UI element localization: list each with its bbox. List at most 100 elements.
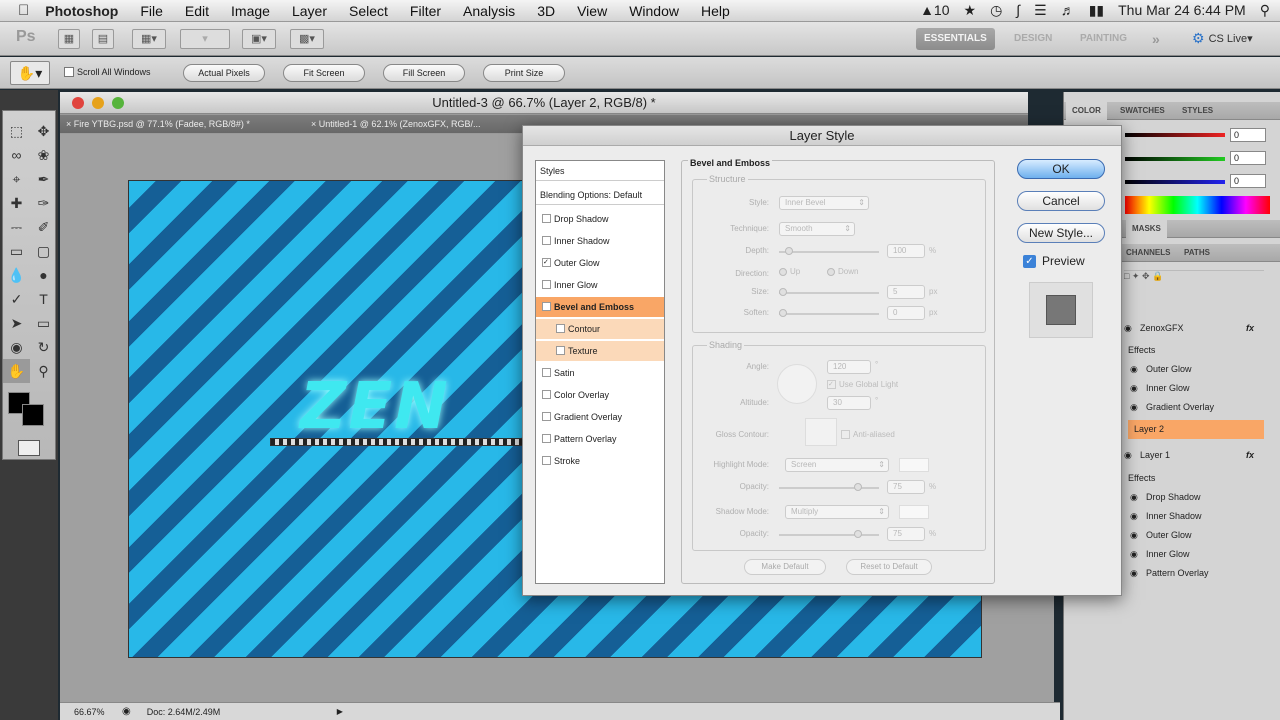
eye-icon[interactable]: ◉ bbox=[1130, 564, 1140, 583]
style-checkbox[interactable] bbox=[542, 412, 551, 421]
style-item[interactable]: ✓ Outer Glow bbox=[536, 253, 664, 273]
eye-icon[interactable]: ◉ bbox=[1130, 507, 1140, 526]
menu-view[interactable]: View bbox=[577, 3, 607, 19]
healing-tool-icon[interactable]: ✚ bbox=[3, 191, 30, 215]
altitude-input[interactable]: 30 bbox=[827, 396, 871, 410]
shadow-color-swatch[interactable] bbox=[899, 505, 929, 519]
soften-slider[interactable] bbox=[779, 313, 879, 315]
stamp-tool-icon[interactable]: ⎓ bbox=[3, 215, 30, 239]
type-tool-icon[interactable]: T bbox=[30, 287, 57, 311]
ok-button[interactable]: OK bbox=[1017, 159, 1105, 179]
style-checkbox[interactable] bbox=[542, 390, 551, 399]
highlight-opacity-slider[interactable] bbox=[779, 487, 879, 489]
soften-input[interactable]: 0 bbox=[887, 306, 925, 320]
menu-help[interactable]: Help bbox=[701, 3, 730, 19]
apple-icon[interactable]:  bbox=[18, 2, 29, 19]
style-checkbox[interactable] bbox=[542, 236, 551, 245]
new-style-button[interactable]: New Style... bbox=[1017, 223, 1105, 243]
menu-3d[interactable]: 3D bbox=[537, 3, 555, 19]
more-workspaces-icon[interactable]: » bbox=[1144, 28, 1168, 50]
soften-slider-knob[interactable] bbox=[779, 309, 787, 317]
style-checkbox[interactable] bbox=[542, 280, 551, 289]
effect-row[interactable]: ◉ Drop Shadow bbox=[1124, 488, 1264, 507]
shadow-opacity-slider[interactable] bbox=[779, 534, 879, 536]
workspace-painting[interactable]: PAINTING bbox=[1072, 28, 1135, 50]
red-slider[interactable] bbox=[1125, 133, 1225, 137]
angle-input[interactable]: 120 bbox=[827, 360, 871, 374]
checkbox[interactable] bbox=[64, 67, 74, 77]
green-slider[interactable] bbox=[1125, 157, 1225, 161]
fx-icon[interactable]: fx bbox=[1246, 446, 1254, 465]
style-checkbox[interactable]: ✓ bbox=[542, 258, 551, 267]
style-checkbox[interactable] bbox=[542, 214, 551, 223]
tab-color[interactable]: COLOR bbox=[1066, 102, 1107, 120]
shadow-opacity-input[interactable]: 75 bbox=[887, 527, 925, 541]
make-default-button[interactable]: Make Default bbox=[744, 559, 826, 575]
tab-swatches[interactable]: SWATCHES bbox=[1114, 102, 1171, 120]
menu-analysis[interactable]: Analysis bbox=[463, 3, 515, 19]
eye-icon[interactable]: ◉ bbox=[1130, 526, 1140, 545]
depth-slider-knob[interactable] bbox=[785, 247, 793, 255]
zoom-window-icon[interactable] bbox=[112, 97, 124, 109]
tab-paths[interactable]: PATHS bbox=[1178, 244, 1216, 262]
depth-slider[interactable] bbox=[779, 251, 879, 253]
styles-header[interactable]: Styles bbox=[536, 161, 664, 181]
tab-channels[interactable]: CHANNELS bbox=[1120, 244, 1176, 262]
evernote-icon[interactable]: ★ bbox=[964, 2, 977, 19]
style-item[interactable]: Gradient Overlay bbox=[536, 407, 664, 427]
reset-to-default-button[interactable]: Reset to Default bbox=[846, 559, 932, 575]
tab-untitled-1[interactable]: × Untitled-1 @ 62.1% (ZenoxGFX, RGB/... bbox=[305, 115, 525, 133]
layer-row[interactable]: ◉ ZenoxGFX fx bbox=[1124, 319, 1264, 338]
shadow-opacity-knob[interactable] bbox=[854, 530, 862, 538]
menu-file[interactable]: File bbox=[140, 3, 163, 19]
size-input[interactable]: 5 bbox=[887, 285, 925, 299]
style-checkbox[interactable] bbox=[542, 456, 551, 465]
menu-window[interactable]: Window bbox=[629, 3, 679, 19]
anti-aliased-checkbox[interactable]: Anti-aliased bbox=[841, 430, 895, 439]
arrange-icon[interactable]: ▣▾ bbox=[242, 29, 276, 49]
effect-row[interactable]: ◉ Inner Shadow bbox=[1124, 507, 1264, 526]
effect-row[interactable]: ◉ Outer Glow bbox=[1124, 360, 1264, 379]
scroll-all-windows-checkbox[interactable]: Scroll All Windows bbox=[64, 67, 151, 77]
blue-value[interactable]: 0 bbox=[1230, 174, 1266, 188]
style-checkbox[interactable] bbox=[542, 302, 551, 311]
menu-image[interactable]: Image bbox=[231, 3, 270, 19]
blending-options[interactable]: Blending Options: Default bbox=[536, 185, 664, 205]
highlight-mode-select[interactable]: Screen ⇕ bbox=[785, 458, 889, 472]
preview-checkbox[interactable]: ✓ Preview bbox=[1023, 254, 1085, 268]
clock[interactable]: Thu Mar 24 6:44 PM bbox=[1118, 2, 1246, 19]
layer-row-selected[interactable]: Layer 2 bbox=[1128, 420, 1264, 439]
direction-down-radio[interactable]: Down bbox=[827, 267, 858, 276]
style-item[interactable]: Pattern Overlay bbox=[536, 429, 664, 449]
print-size-button[interactable]: Print Size bbox=[483, 64, 565, 82]
eraser-tool-icon[interactable]: ▭ bbox=[3, 239, 30, 263]
history-brush-tool-icon[interactable]: ✐ bbox=[30, 215, 57, 239]
bluetooth-icon[interactable]: ∫ bbox=[1016, 2, 1020, 19]
shape-tool-icon[interactable]: ▭ bbox=[30, 311, 57, 335]
gloss-contour-picker[interactable] bbox=[805, 418, 837, 446]
menu-layer[interactable]: Layer bbox=[292, 3, 327, 19]
screen-mode-icon[interactable]: ▩▾ bbox=[290, 29, 324, 49]
status-arrow-icon[interactable]: ▶ bbox=[337, 707, 343, 716]
highlight-opacity-input[interactable]: 75 bbox=[887, 480, 925, 494]
effect-row[interactable]: ◉ Gradient Overlay bbox=[1124, 398, 1264, 417]
3d-orbit-tool-icon[interactable]: ↻ bbox=[30, 335, 57, 359]
lasso-tool-icon[interactable]: ∞ bbox=[3, 143, 30, 167]
angle-dial[interactable] bbox=[777, 364, 817, 404]
brush-tool-icon[interactable]: ✑ bbox=[30, 191, 57, 215]
status-menu-icon[interactable]: ◉ bbox=[122, 706, 131, 717]
3d-rotate-tool-icon[interactable]: ◉ bbox=[3, 335, 30, 359]
layer-row[interactable]: ◉ Layer 1 fx bbox=[1124, 446, 1264, 465]
blue-slider[interactable] bbox=[1125, 180, 1225, 184]
direction-up-radio[interactable]: Up bbox=[779, 267, 800, 276]
fill-screen-button[interactable]: Fill Screen bbox=[383, 64, 465, 82]
effect-row[interactable]: ◉ Inner Glow bbox=[1124, 379, 1264, 398]
effects-row[interactable]: Effects bbox=[1124, 469, 1264, 488]
tab-close-icon[interactable]: × bbox=[66, 119, 71, 129]
style-item[interactable]: Drop Shadow bbox=[536, 209, 664, 229]
menu-filter[interactable]: Filter bbox=[410, 3, 441, 19]
color-ramp[interactable] bbox=[1125, 196, 1270, 214]
style-item[interactable]: Contour bbox=[536, 319, 664, 339]
depth-input[interactable]: 100 bbox=[887, 244, 925, 258]
highlight-color-swatch[interactable] bbox=[899, 458, 929, 472]
